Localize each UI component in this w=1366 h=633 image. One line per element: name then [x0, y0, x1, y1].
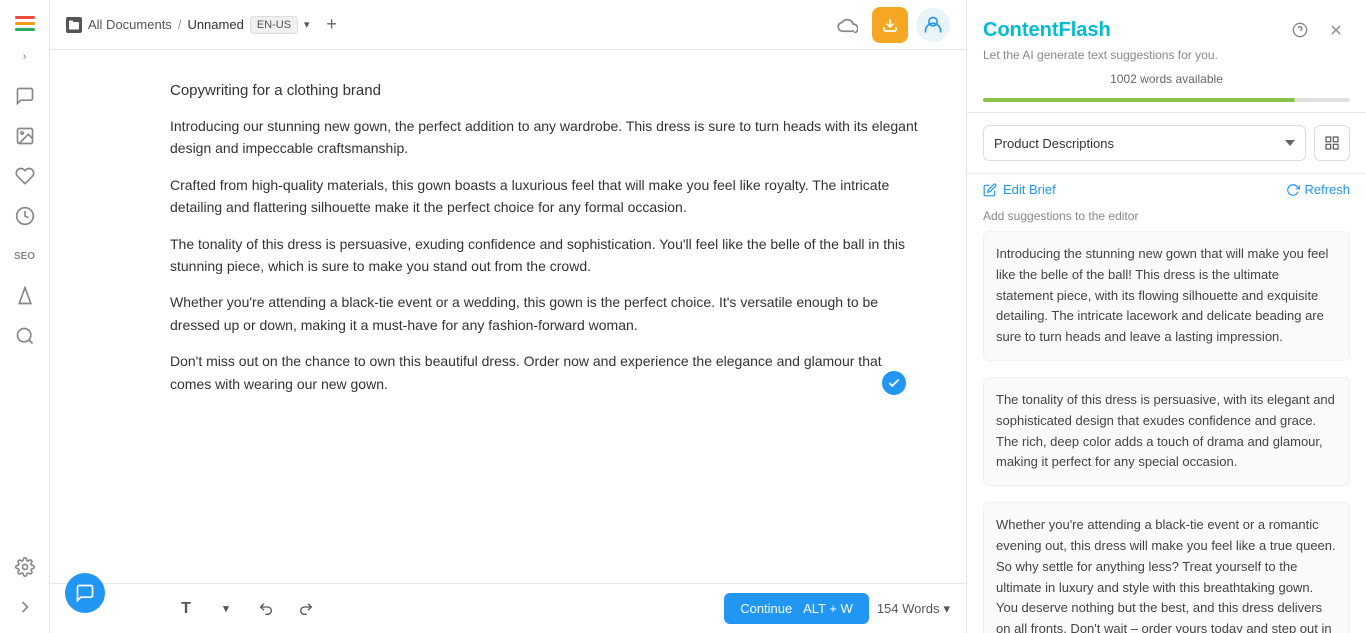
sidebar-item-seo[interactable]: SEO [7, 238, 43, 274]
cf-words-available: 1002 words available [983, 72, 1350, 86]
breadcrumb-dropdown-icon[interactable]: ▾ [304, 18, 310, 31]
left-sidebar: › SEO [0, 0, 50, 633]
edit-brief-label: Edit Brief [1003, 182, 1056, 197]
chat-bubble-button[interactable] [65, 573, 105, 613]
sidebar-item-history[interactable] [7, 198, 43, 234]
sidebar-item-comment[interactable] [7, 78, 43, 114]
logo-line-red [15, 16, 35, 19]
cf-suggestions[interactable]: Introducing the stunning new gown that w… [967, 231, 1366, 633]
logo-line-green [15, 28, 35, 31]
bottom-toolbar: T ▾ Continue ALT + W 154 Words ▾ [50, 583, 966, 633]
contentflash-panel: ContentFlash Let the AI generate text su… [966, 0, 1366, 633]
logo-line-orange [15, 22, 35, 25]
continue-label: Continue [740, 601, 792, 616]
cf-header: ContentFlash Let the AI generate text su… [967, 0, 1366, 113]
sidebar-item-image[interactable] [7, 118, 43, 154]
checkmark-badge [882, 371, 906, 395]
paragraph-2: Crafted from high-quality materials, thi… [170, 174, 926, 219]
document-title: Copywriting for a clothing brand [170, 82, 926, 99]
logo[interactable] [15, 8, 35, 39]
cf-title-row: ContentFlash [983, 16, 1350, 44]
breadcrumb-root[interactable]: All Documents [88, 17, 172, 32]
folder-icon [66, 17, 82, 33]
suggestion-2[interactable]: The tonality of this dress is persuasive… [983, 377, 1350, 486]
cf-title-icons [1286, 16, 1350, 44]
top-bar: All Documents / Unnamed EN-US ▾ + [50, 0, 966, 50]
content-type-select[interactable]: Product Descriptions Blog Posts Social M… [983, 125, 1306, 161]
grid-view-button[interactable] [1314, 125, 1350, 161]
paragraph-1: Introducing our stunning new gown, the p… [170, 115, 926, 160]
add-suggestions-label: Add suggestions to the editor [967, 209, 1366, 231]
right-side: ContentFlash Let the AI generate text su… [966, 0, 1366, 633]
paragraph-4: Whether you're attending a black-tie eve… [170, 291, 926, 336]
paragraph-3: The tonality of this dress is persuasive… [170, 233, 926, 278]
lang-badge[interactable]: EN-US [250, 16, 298, 34]
help-button[interactable] [1286, 16, 1314, 44]
refresh-button[interactable]: Refresh [1286, 182, 1350, 197]
cloud-sync-button[interactable] [830, 8, 864, 42]
suggestion-1[interactable]: Introducing the stunning new gown that w… [983, 231, 1350, 361]
ai-avatar[interactable] [916, 8, 950, 42]
paragraph-5: Don't miss out on the chance to own this… [170, 350, 926, 395]
breadcrumb: All Documents / Unnamed EN-US ▾ [66, 16, 310, 34]
editor-content[interactable]: Copywriting for a clothing brand Introdu… [50, 50, 966, 583]
cf-subtitle: Let the AI generate text suggestions for… [983, 48, 1350, 62]
font-type-button[interactable]: T [170, 593, 202, 625]
download-button[interactable] [872, 7, 908, 43]
cf-controls: Product Descriptions Blog Posts Social M… [967, 113, 1366, 174]
word-count-value: 154 Words [877, 601, 940, 616]
redo-button[interactable] [290, 593, 322, 625]
breadcrumb-separator: / [178, 17, 182, 32]
sidebar-item-expand[interactable] [7, 589, 43, 625]
undo-button[interactable] [250, 593, 282, 625]
sidebar-item-search[interactable] [7, 318, 43, 354]
font-dropdown-button[interactable]: ▾ [210, 593, 242, 625]
sidebar-item-favorites[interactable] [7, 158, 43, 194]
cf-actions: Edit Brief Refresh [967, 174, 1366, 209]
edit-brief-button[interactable]: Edit Brief [983, 182, 1056, 197]
refresh-label: Refresh [1304, 182, 1350, 197]
breadcrumb-current[interactable]: Unnamed [187, 17, 243, 32]
seo-label: SEO [14, 251, 35, 262]
cf-title: ContentFlash [983, 19, 1111, 42]
suggestion-3[interactable]: Whether you're attending a black-tie eve… [983, 502, 1350, 633]
cf-words-bar-fill [983, 98, 1295, 102]
editor-wrapper: All Documents / Unnamed EN-US ▾ + Copywr… [50, 0, 966, 633]
app-wrapper: › SEO [0, 0, 1366, 633]
sidebar-item-shapes[interactable] [7, 278, 43, 314]
close-panel-button[interactable] [1322, 16, 1350, 44]
continue-button[interactable]: Continue ALT + W [724, 593, 869, 624]
last-para-wrapper: Don't miss out on the chance to own this… [170, 350, 926, 395]
cf-words-bar [983, 98, 1350, 102]
sidebar-item-settings[interactable] [7, 549, 43, 585]
continue-shortcut: ALT + W [803, 601, 853, 616]
word-count[interactable]: 154 Words ▾ [877, 601, 950, 617]
sidebar-expand-icon[interactable]: › [23, 51, 26, 62]
add-document-button[interactable]: + [318, 11, 346, 39]
word-count-chevron: ▾ [943, 601, 950, 617]
